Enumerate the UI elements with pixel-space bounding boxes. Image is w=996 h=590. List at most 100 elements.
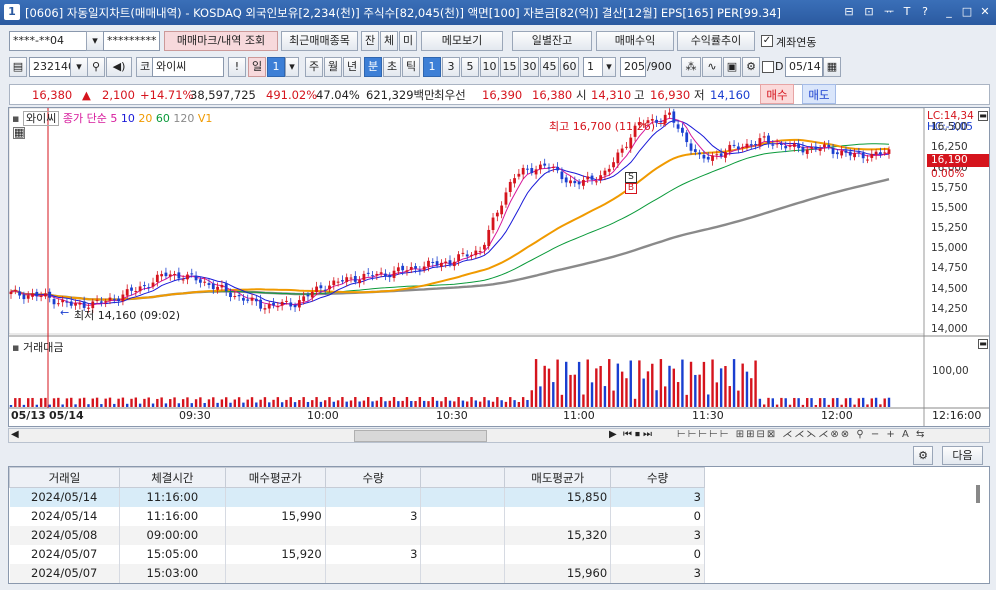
candle-body[interactable] [500,205,504,215]
candle-body[interactable] [538,164,542,170]
interval-30[interactable]: 30 [520,57,539,77]
candle-body[interactable] [594,181,598,183]
data-count-input[interactable]: 205 [620,57,646,77]
save-icon[interactable]: ▣ [723,57,741,77]
candle-body[interactable] [396,267,400,272]
candle-body[interactable] [831,147,835,154]
candle-body[interactable] [848,151,852,156]
candle-body[interactable] [366,272,370,274]
candle-body[interactable] [616,152,620,164]
candle-body[interactable] [151,282,155,287]
candle-body[interactable] [887,149,891,154]
account-link-checkbox[interactable]: ✓ [761,35,773,47]
candle-body[interactable] [112,299,116,301]
col-trade-date[interactable]: 거래일 [9,467,120,488]
candle-body[interactable] [130,287,133,291]
candle-body[interactable] [607,168,611,172]
interval-45[interactable]: 45 [540,57,559,77]
candle-body[interactable] [767,135,770,143]
candle-body[interactable] [681,127,684,133]
candle-body[interactable] [18,291,22,296]
candle-body[interactable] [336,281,340,283]
candle-body[interactable] [866,159,869,161]
candle-body[interactable] [508,181,512,193]
buy-marker[interactable]: B [625,183,637,194]
candle-body[interactable] [775,143,779,145]
candle-body[interactable] [155,274,159,283]
candle-body[interactable] [629,137,633,149]
candle-body[interactable] [203,281,207,283]
candle-body[interactable] [13,289,17,291]
candle-body[interactable] [827,144,831,147]
help-icon[interactable]: ? [918,5,932,19]
candle-body[interactable] [39,295,43,297]
candle-body[interactable] [237,295,241,297]
candle-body[interactable] [297,300,301,308]
candle-body[interactable] [857,152,861,154]
candle-body[interactable] [573,180,577,184]
code-dropdown-icon[interactable]: ▾ [70,57,88,77]
candle-body[interactable] [211,283,215,290]
chart-type-icon[interactable]: ⁂ [681,57,701,77]
candle-body[interactable] [560,171,564,180]
candle-body[interactable] [401,265,405,271]
candle-body[interactable] [564,177,568,183]
period-minute[interactable]: 분 [364,57,382,77]
candle-body[interactable] [414,266,417,269]
candle-body[interactable] [306,294,310,297]
candle-body[interactable] [741,146,745,148]
candle-body[interactable] [758,138,762,147]
candle-body[interactable] [186,274,189,280]
interval-dropdown-icon[interactable]: ▾ [602,57,616,77]
candle-body[interactable] [26,295,30,299]
candle-body[interactable] [78,302,82,305]
candle-body[interactable] [233,296,237,298]
candle-body[interactable] [668,112,671,115]
candle-body[interactable] [457,254,461,262]
candle-body[interactable] [143,285,146,287]
period-year[interactable]: 년 [343,57,361,77]
candle-body[interactable] [439,262,443,267]
candle-body[interactable] [409,266,413,270]
candle-body[interactable] [375,273,379,276]
playback-controls[interactable]: ⏮⏹⏭ [623,429,655,440]
candle-body[interactable] [224,283,228,292]
candle-body[interactable] [801,146,805,153]
candle-body[interactable] [173,273,176,276]
candle-body[interactable] [513,178,516,184]
candle-body[interactable] [792,143,796,147]
candle-body[interactable] [711,155,714,161]
date-checkbox[interactable] [762,61,774,73]
candle-body[interactable] [52,299,56,305]
candle-body[interactable] [612,162,615,168]
volume-panel-toggle[interactable]: ▬ [978,339,988,349]
candle-body[interactable] [418,270,422,272]
candle-body[interactable] [435,261,439,266]
candle-body[interactable] [788,145,792,147]
candle-body[interactable] [341,280,344,282]
candle-body[interactable] [95,299,99,301]
candle-body[interactable] [9,291,13,295]
col-buy-avg[interactable]: 매수평균가 [224,467,326,488]
candle-body[interactable] [784,146,788,149]
col-buy-qty[interactable]: 수량 [324,467,422,488]
candle-body[interactable] [483,244,486,250]
candle-body[interactable] [104,301,108,303]
candle-body[interactable] [267,304,271,309]
candle-body[interactable] [861,152,865,159]
price-panel-toggle[interactable]: ▬ [978,111,988,121]
candle-body[interactable] [823,144,826,148]
candle-body[interactable] [461,252,465,254]
table-row[interactable]: 2024/05/14 11:16:00 15,850 3 [9,487,705,507]
candle-body[interactable] [732,144,736,146]
buy-button[interactable]: 매수 [760,84,794,104]
candle-body[interactable] [194,275,198,281]
filled-button[interactable]: 체 [380,31,398,51]
candle-body[interactable] [805,149,809,154]
candle-body[interactable] [285,300,288,302]
candle-body[interactable] [384,273,387,277]
candle-body[interactable] [263,308,267,310]
candle-body[interactable] [392,270,396,278]
candle-body[interactable] [246,299,250,301]
calendar-icon[interactable]: ▦ [823,57,841,77]
